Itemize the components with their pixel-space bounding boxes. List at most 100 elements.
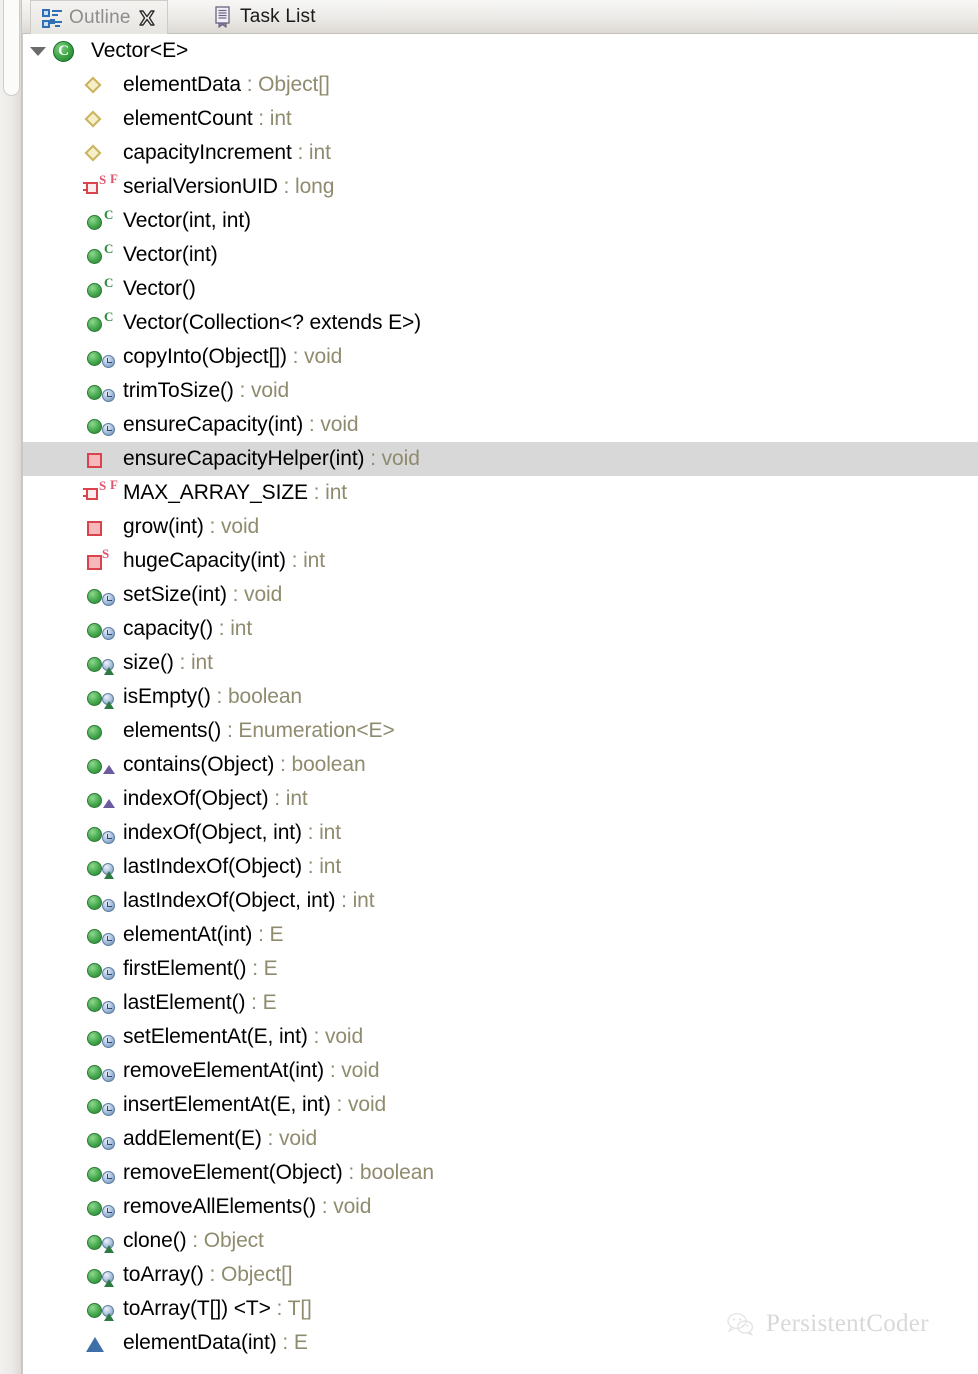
member-name: capacityIncrement [123,141,292,164]
tree-item-row[interactable]: C Vector(int, int) [23,204,978,238]
member-type: : long [277,175,335,198]
member-type: : int [291,141,331,164]
tree-item-row[interactable]: trimToSize() : void [23,374,978,408]
tree-item-row[interactable]: firstElement() : E [23,952,978,986]
tree-item-row[interactable]: elementAt(int) : E [23,918,978,952]
synchronized-badge-icon [102,899,115,912]
private-method-icon [83,510,123,544]
chevron-down-icon[interactable] [25,34,51,68]
tree-item-row[interactable]: elementCount : int [23,102,978,136]
public-method-icon [83,1054,123,1088]
private-field-icon: SF [83,170,123,204]
tree-item-row[interactable]: insertElementAt(E, int) : void [23,1088,978,1122]
member-name: Vector() [123,277,196,300]
tree-item-row[interactable]: indexOf(Object) : int [23,782,978,816]
tree-item-row[interactable]: contains(Object) : boolean [23,748,978,782]
tree-item-row[interactable]: clone() : Object [23,1224,978,1258]
tab-task-list-label: Task List [240,6,316,27]
member-name: ensureCapacityHelper(int) [123,447,365,470]
tab-outline[interactable]: Outline [30,0,168,34]
member-name: clone() [123,1229,187,1252]
tree-item-row[interactable]: ensureCapacityHelper(int) : void [23,442,978,476]
member-type: : E [245,991,277,1014]
static-badge-icon: S [99,478,107,493]
member-name: copyInto(Object[]) [123,345,287,368]
member-type: : E [246,957,278,980]
tree-item-label: removeElementAt(int) : void [123,1059,380,1083]
tree-item-label: firstElement() : E [123,957,278,981]
member-name: insertElementAt(E, int) [123,1093,331,1116]
tree-item-row[interactable]: grow(int) : void [23,510,978,544]
member-type: : T[] [270,1297,312,1320]
tree-item-row[interactable]: setSize(int) : void [23,578,978,612]
protected-field-icon [83,102,123,136]
tree-item-row[interactable]: indexOf(Object, int) : int [23,816,978,850]
member-type: : E [276,1331,308,1354]
member-name: isEmpty() [123,685,211,708]
tree-item-row[interactable]: copyInto(Object[]) : void [23,340,978,374]
member-type: : void [307,1025,364,1048]
tree-item-row[interactable]: C Vector() [23,272,978,306]
tree-item-row[interactable]: removeAllElements() : void [23,1190,978,1224]
member-name: lastElement() [123,991,246,1014]
synchronized-badge-icon [102,831,115,844]
public-method-icon [83,1258,123,1292]
tree-item-row[interactable]: size() : int [23,646,978,680]
private-field-icon: SF [83,476,123,510]
synchronized-badge-icon [102,933,115,946]
member-name: size() [123,651,174,674]
tree-item-row[interactable]: lastElement() : E [23,986,978,1020]
tree-item-label: removeAllElements() : void [123,1195,371,1219]
tab-task-list[interactable]: Task List [202,0,327,34]
tree-item-label: elementData : Object[] [123,73,330,97]
tree-item-row[interactable]: elements() : Enumeration<E> [23,714,978,748]
tree-item-label: elementCount : int [123,107,292,131]
tree-item-label: hugeCapacity(int) : int [123,549,325,573]
tree-item-row[interactable]: C Vector(Collection<? extends E>) [23,306,978,340]
tree-item-row[interactable]: isEmpty() : boolean [23,680,978,714]
tree-item-row[interactable]: C Vector(int) [23,238,978,272]
fast-view-stub[interactable] [3,0,20,96]
tree-item-row[interactable]: ShugeCapacity(int) : int [23,544,978,578]
tree-root-row[interactable]: C Vector<E> [23,34,978,68]
outline-tree[interactable]: C Vector<E> elementData : Object[] elemen… [22,34,978,1374]
tree-item-row[interactable]: S FserialVersionUID : long [23,170,978,204]
member-name: ensureCapacity(int) [123,413,304,436]
task-list-icon [213,6,233,28]
public-method-icon: C [83,272,123,306]
constructor-badge-icon: C [104,275,114,290]
tree-item-label: trimToSize() : void [123,379,289,403]
protected-field-icon [83,68,123,102]
fast-view-gutter[interactable] [0,0,22,1374]
tree-item-row[interactable]: setElementAt(E, int) : void [23,1020,978,1054]
tree-item-row[interactable]: capacityIncrement : int [23,136,978,170]
member-name: removeElement(Object) [123,1161,343,1184]
tree-item-row[interactable]: removeElement(Object) : boolean [23,1156,978,1190]
tree-item-row[interactable]: lastIndexOf(Object) : int [23,850,978,884]
tree-item-label: ensureCapacity(int) : void [123,413,359,437]
tree-item-row[interactable]: addElement(E) : void [23,1122,978,1156]
tree-item-row[interactable]: ensureCapacity(int) : void [23,408,978,442]
java-class-icon: C [51,34,91,68]
tree-item-row[interactable]: capacity() : int [23,612,978,646]
member-type: : void [286,345,343,368]
implements-badge-icon [103,799,115,808]
public-method-icon [83,850,123,884]
tree-item-label: Vector() [123,277,196,301]
tree-item-container: elementData : Object[] elementCount : int… [23,68,978,1360]
tree-item-row[interactable]: removeElementAt(int) : void [23,1054,978,1088]
tree-item-row[interactable]: S F MAX_ARRAY_SIZE : int [23,476,978,510]
member-type: : void [203,515,260,538]
synchronized-badge-icon [102,423,115,436]
implements-badge-icon [104,701,114,709]
tree-item-label: setElementAt(E, int) : void [123,1025,363,1049]
tree-item-row[interactable]: elementData : Object[] [23,68,978,102]
close-icon[interactable] [138,9,156,27]
public-method-icon [83,952,123,986]
tree-item-row[interactable]: toArray() : Object[] [23,1258,978,1292]
tree-item-label: elements() : Enumeration<E> [123,719,395,743]
synchronized-badge-icon [102,967,115,980]
tree-item-row[interactable]: lastIndexOf(Object, int) : int [23,884,978,918]
synchronized-badge-icon [102,627,115,640]
member-type: : int [285,549,325,572]
